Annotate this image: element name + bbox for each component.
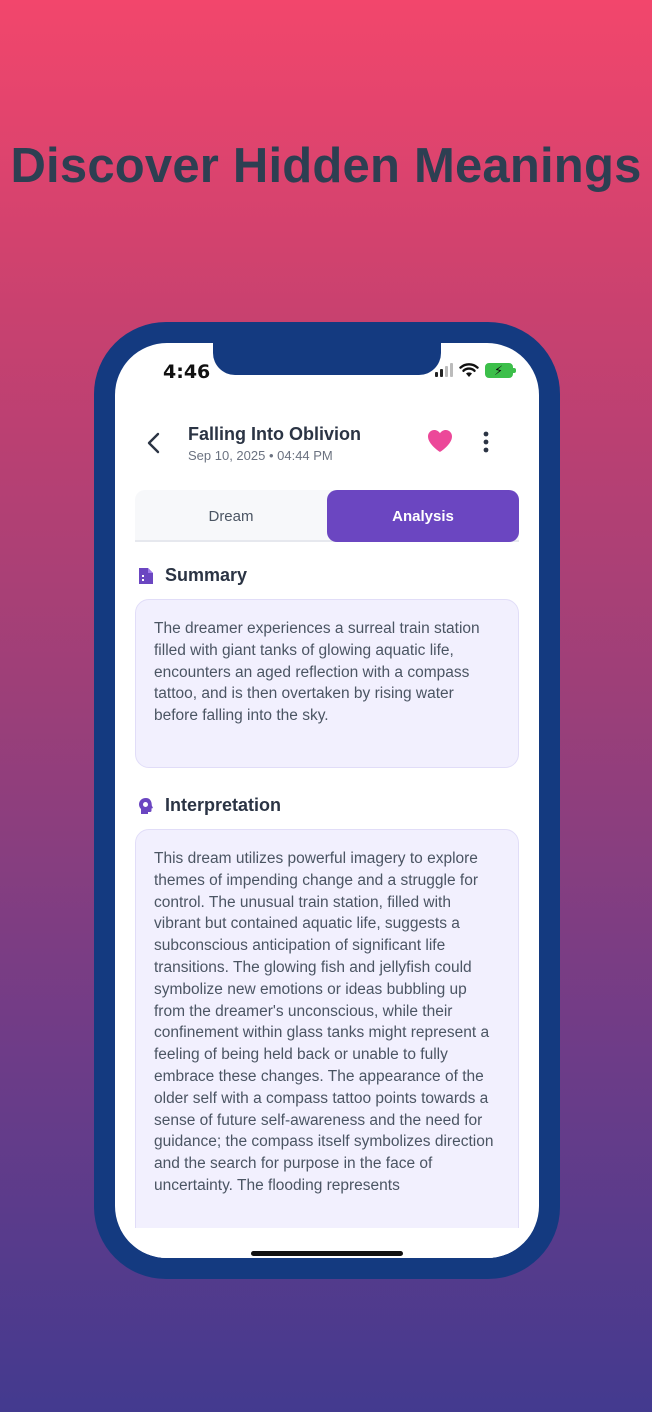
- interpretation-heading: Interpretation: [165, 795, 282, 815]
- tab-bar: Dream Analysis: [135, 490, 519, 542]
- heart-icon[interactable]: [427, 429, 453, 453]
- phone-frame: 4:46 ⚡ Falling Into Oblivion Sep 10, 202…: [94, 322, 560, 1279]
- summary-heading: Summary: [165, 565, 248, 585]
- dream-date: Sep 10, 2025 • 04:44 PM: [188, 448, 333, 463]
- interpretation-heading-row: Interpretation: [137, 795, 281, 816]
- summary-text: The dreamer experiences a surreal train …: [154, 620, 480, 725]
- tab-dream[interactable]: Dream: [135, 490, 327, 542]
- status-icons: ⚡: [435, 361, 516, 379]
- document-icon: [139, 567, 153, 584]
- more-options-icon[interactable]: [481, 430, 491, 454]
- brain-head-icon: [139, 797, 153, 814]
- battery-icon: ⚡: [485, 362, 516, 378]
- dream-title: Falling Into Oblivion: [188, 424, 361, 444]
- summary-heading-row: Summary: [137, 565, 247, 586]
- app-screen: 4:46 ⚡ Falling Into Oblivion Sep 10, 202…: [115, 343, 539, 1258]
- interpretation-text: This dream utilizes powerful imagery to …: [154, 850, 494, 1194]
- notch: [213, 343, 441, 375]
- status-time: 4:46: [163, 361, 211, 383]
- summary-card: The dreamer experiences a surreal train …: [135, 599, 519, 768]
- signal-icon: [435, 363, 453, 377]
- promo-headline: Discover Hidden Meanings: [10, 139, 642, 193]
- interpretation-card[interactable]: This dream utilizes powerful imagery to …: [135, 829, 519, 1258]
- back-arrow-icon[interactable]: [143, 431, 167, 455]
- home-indicator[interactable]: [251, 1251, 403, 1256]
- tab-analysis[interactable]: Analysis: [327, 490, 519, 542]
- wifi-icon: [459, 363, 479, 377]
- detail-header: Falling Into Oblivion Sep 10, 2025 • 04:…: [115, 421, 539, 481]
